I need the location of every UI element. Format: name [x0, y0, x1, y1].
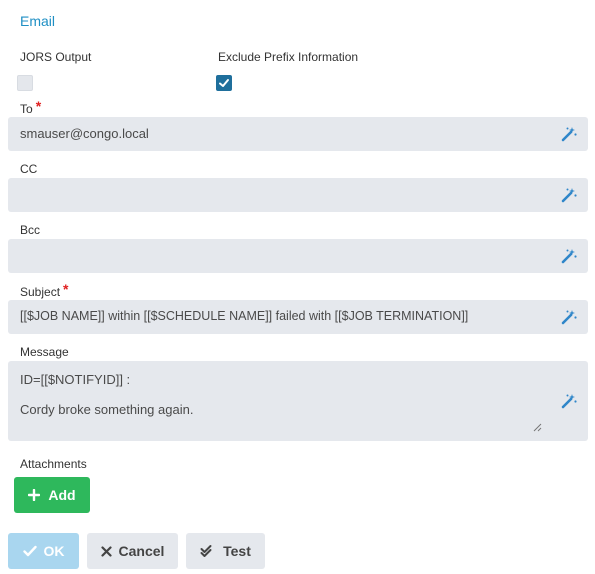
cancel-button-label: Cancel	[118, 543, 165, 559]
to-required-marker: *	[35, 98, 42, 114]
cc-label: CC	[20, 162, 38, 176]
message-line-1: ID=[[$NOTIFYID]] :	[20, 372, 131, 387]
jors-output-checkbox[interactable]	[17, 75, 33, 91]
add-attachment-button[interactable]: Add	[14, 477, 90, 513]
magic-wand-icon[interactable]	[560, 308, 578, 326]
bcc-label: Bcc	[20, 223, 41, 237]
magic-wand-icon[interactable]	[560, 125, 578, 143]
message-textarea[interactable]: ID=[[$NOTIFYID]] : Cordy broke something…	[8, 361, 588, 441]
to-label: To *	[20, 98, 42, 116]
exclude-prefix-label: Exclude Prefix Information	[218, 50, 359, 64]
double-check-icon	[200, 545, 212, 557]
test-button-label: Test	[223, 543, 251, 559]
bcc-field[interactable]	[8, 239, 588, 273]
check-icon	[22, 545, 37, 557]
cc-field[interactable]	[8, 178, 588, 212]
jors-output-label: JORS Output	[20, 50, 92, 64]
ok-button-label: OK	[43, 543, 65, 559]
magic-wand-icon[interactable]	[560, 392, 578, 410]
attachments-label: Attachments	[20, 457, 87, 471]
close-icon	[100, 545, 112, 557]
message-line-2: Cordy broke something again.	[20, 402, 194, 417]
subject-required-marker: *	[63, 281, 69, 297]
subject-label: Subject *	[20, 281, 69, 299]
section-title: Email	[20, 13, 56, 29]
magic-wand-icon[interactable]	[560, 186, 578, 204]
cancel-button[interactable]: Cancel	[87, 533, 178, 569]
ok-button[interactable]: OK	[8, 533, 79, 569]
exclude-prefix-checkbox[interactable]	[216, 75, 232, 91]
subject-field[interactable]: [[$JOB NAME]] within [[$SCHEDULE NAME]] …	[8, 300, 588, 334]
check-icon	[219, 79, 229, 87]
to-label-text: To	[20, 102, 33, 116]
subject-label-text: Subject	[20, 285, 61, 299]
message-label: Message	[20, 345, 69, 359]
to-value: smauser@congo.local	[20, 126, 149, 141]
plus-icon	[28, 489, 41, 501]
magic-wand-icon[interactable]	[560, 247, 578, 265]
resize-handle-icon[interactable]	[532, 422, 542, 432]
add-button-label: Add	[48, 487, 76, 503]
to-field[interactable]: smauser@congo.local	[8, 117, 588, 151]
subject-value: [[$JOB NAME]] within [[$SCHEDULE NAME]] …	[20, 309, 469, 323]
test-button[interactable]: Test	[186, 533, 265, 569]
